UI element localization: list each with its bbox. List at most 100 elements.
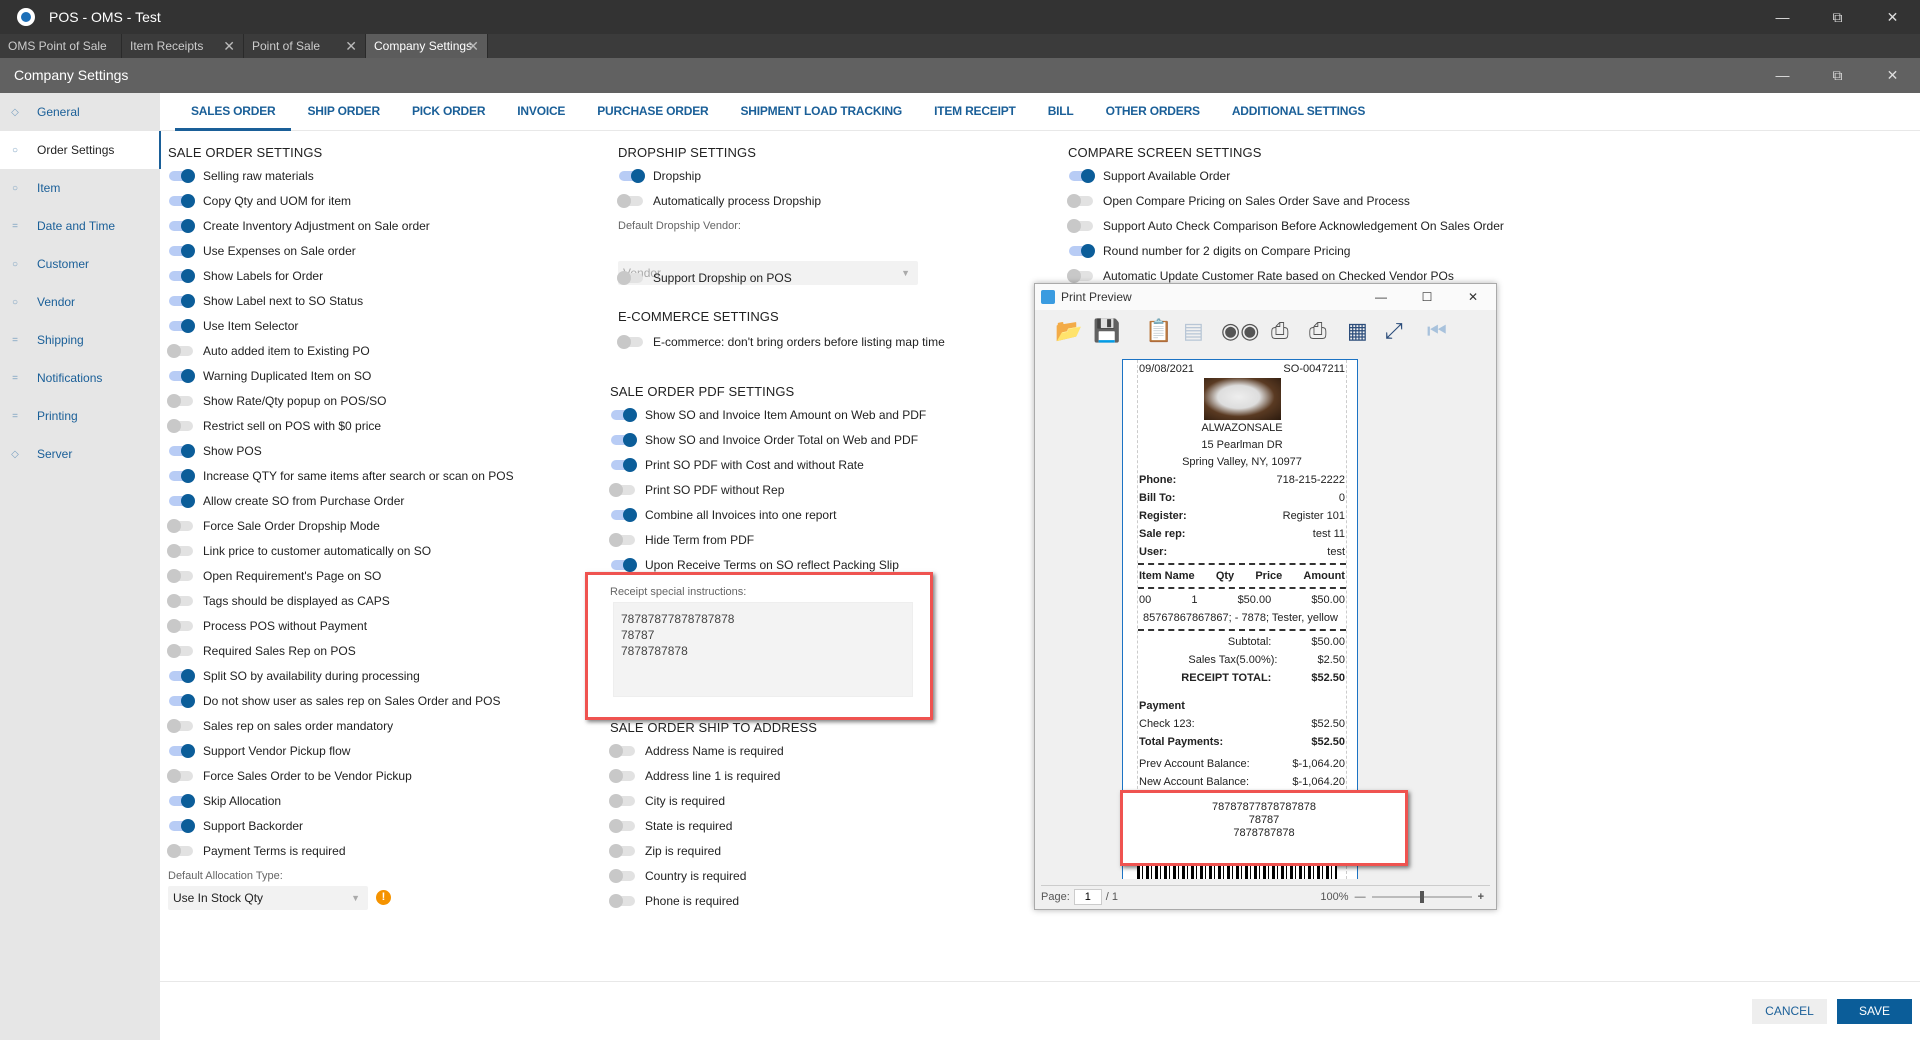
doc-tab[interactable]: Company Settings ✕ [366,34,488,58]
tab-other-orders[interactable]: OTHER ORDERS [1090,93,1216,131]
toggle-switch[interactable] [167,719,193,733]
sidebar-item[interactable]: ○ Order Settings [0,131,160,169]
toggle-switch[interactable] [611,408,637,422]
toggle-switch[interactable] [169,469,195,483]
toggle-switch[interactable] [167,569,193,583]
setting-row[interactable]: Support Available Order [1068,166,1230,186]
sidebar-item[interactable]: = Date and Time [0,207,160,245]
print-icon[interactable]: ⎙ [1271,318,1289,344]
toggle-switch[interactable] [169,194,195,208]
setting-row[interactable]: Show Label next to SO Status [168,291,363,311]
zoom-in-icon[interactable]: + [1478,891,1484,903]
setting-row[interactable]: Zip is required [609,841,721,861]
close-icon[interactable]: ✕ [1865,0,1920,34]
setting-row[interactable]: Automatically process Dropship [617,191,821,211]
setting-row[interactable]: Force Sales Order to be Vendor Pickup [167,766,412,786]
toggle-switch[interactable] [169,244,195,258]
setting-row[interactable]: Country is required [609,866,746,886]
quick-print-icon[interactable]: ⎙ [1309,318,1327,344]
setting-row[interactable]: Show POS [168,441,262,461]
sidebar-item[interactable]: ○ Item [0,169,160,207]
close-icon[interactable]: ✕ [1450,284,1496,310]
setting-row[interactable]: Open Requirement's Page on SO [167,566,381,586]
toggle-switch[interactable] [167,394,193,408]
page-setup-icon[interactable]: ▦ [1347,318,1368,344]
setting-row[interactable]: Dropship [618,166,701,186]
setting-row[interactable]: Support Backorder [168,816,303,836]
setting-row[interactable]: Use Item Selector [168,316,298,336]
fit-icon[interactable]: ⤢ [1385,318,1403,344]
toggle-switch[interactable] [169,219,195,233]
zoom-slider[interactable] [1371,890,1472,903]
sidebar-item[interactable]: ◇ General [0,93,160,131]
tab-item-receipt[interactable]: ITEM RECEIPT [918,93,1032,131]
setting-row[interactable]: Round number for 2 digits on Compare Pri… [1068,241,1350,261]
setting-row[interactable]: Copy Qty and UOM for item [168,191,351,211]
page-input[interactable] [1073,888,1102,905]
sidebar-item[interactable]: ○ Customer [0,245,160,283]
doc-tab[interactable]: OMS Point of Sale [0,34,122,58]
toggle-switch[interactable] [169,169,195,183]
toggle-switch[interactable] [169,269,195,283]
setting-row[interactable]: Restrict sell on POS with $0 price [167,416,381,436]
toggle-switch[interactable] [609,483,635,497]
tab-ship-order[interactable]: SHIP ORDER [291,93,395,131]
open-icon[interactable]: 📂 [1055,318,1082,344]
setting-row[interactable]: Print SO PDF with Cost and without Rate [610,455,864,475]
setting-row[interactable]: Print SO PDF without Rep [609,480,784,500]
toggle-switch[interactable] [611,433,637,447]
setting-row[interactable]: Tags should be displayed as CAPS [167,591,390,611]
toggle-switch[interactable] [1067,269,1093,283]
zoom-out-icon[interactable]: — [1355,891,1366,903]
setting-row[interactable]: Process POS without Payment [167,616,367,636]
toggle-switch[interactable] [609,794,635,808]
find-icon[interactable]: ◉◉ [1221,318,1259,344]
setting-row[interactable]: Allow create SO from Purchase Order [168,491,404,511]
toggle-switch[interactable] [609,844,635,858]
setting-row[interactable]: Sales rep on sales order mandatory [167,716,393,736]
toggle-switch[interactable] [617,271,643,285]
minimize-icon[interactable]: — [1358,284,1404,310]
setting-row[interactable]: Selling raw materials [168,166,314,186]
setting-row[interactable]: Address Name is required [609,741,784,761]
toggle-switch[interactable] [169,294,195,308]
toggle-switch[interactable] [167,619,193,633]
doc-tab[interactable]: Item Receipts ✕ [122,34,244,58]
setting-row[interactable]: Warning Duplicated Item on SO [168,366,371,386]
toggle-switch[interactable] [167,419,193,433]
close-icon[interactable]: ✕ [1865,58,1920,93]
toggle-switch[interactable] [167,519,193,533]
close-tab-icon[interactable]: ✕ [345,34,357,58]
toggle-switch[interactable] [1069,244,1095,258]
toggle-switch[interactable] [609,533,635,547]
toggle-switch[interactable] [167,544,193,558]
sidebar-item[interactable]: = Printing [0,397,160,435]
toggle-switch[interactable] [1069,169,1095,183]
toggle-switch[interactable] [169,319,195,333]
setting-row[interactable]: Support Vendor Pickup flow [168,741,350,761]
toggle-switch[interactable] [1067,219,1093,233]
sidebar-item[interactable]: ◇ Server [0,435,160,473]
toggle-switch[interactable] [167,769,193,783]
setting-row[interactable]: Show SO and Invoice Item Amount on Web a… [610,405,926,425]
toggle-switch[interactable] [167,594,193,608]
setting-row[interactable]: Show Rate/Qty popup on POS/SO [167,391,386,411]
toggle-switch[interactable] [169,744,195,758]
restore-icon[interactable]: ⧉ [1810,58,1865,93]
sidebar-item[interactable]: = Notifications [0,359,160,397]
toggle-switch[interactable] [609,769,635,783]
toggle-switch[interactable] [609,894,635,908]
toggle-switch[interactable] [611,508,637,522]
setting-row[interactable]: State is required [609,816,732,836]
close-tab-icon[interactable]: ✕ [223,34,235,58]
toggle-switch[interactable] [169,444,195,458]
setting-row[interactable]: Phone is required [609,891,739,911]
setting-row[interactable]: Show SO and Invoice Order Total on Web a… [610,430,918,450]
cancel-button[interactable]: CANCEL [1752,999,1827,1024]
setting-row[interactable]: Show Labels for Order [168,266,323,286]
setting-row[interactable]: Support Dropship on POS [617,268,792,288]
setting-row[interactable]: City is required [609,791,725,811]
tab-shipment-load-tracking[interactable]: SHIPMENT LOAD TRACKING [724,93,918,131]
setting-row[interactable]: Force Sale Order Dropship Mode [167,516,380,536]
setting-row[interactable]: Address line 1 is required [609,766,780,786]
